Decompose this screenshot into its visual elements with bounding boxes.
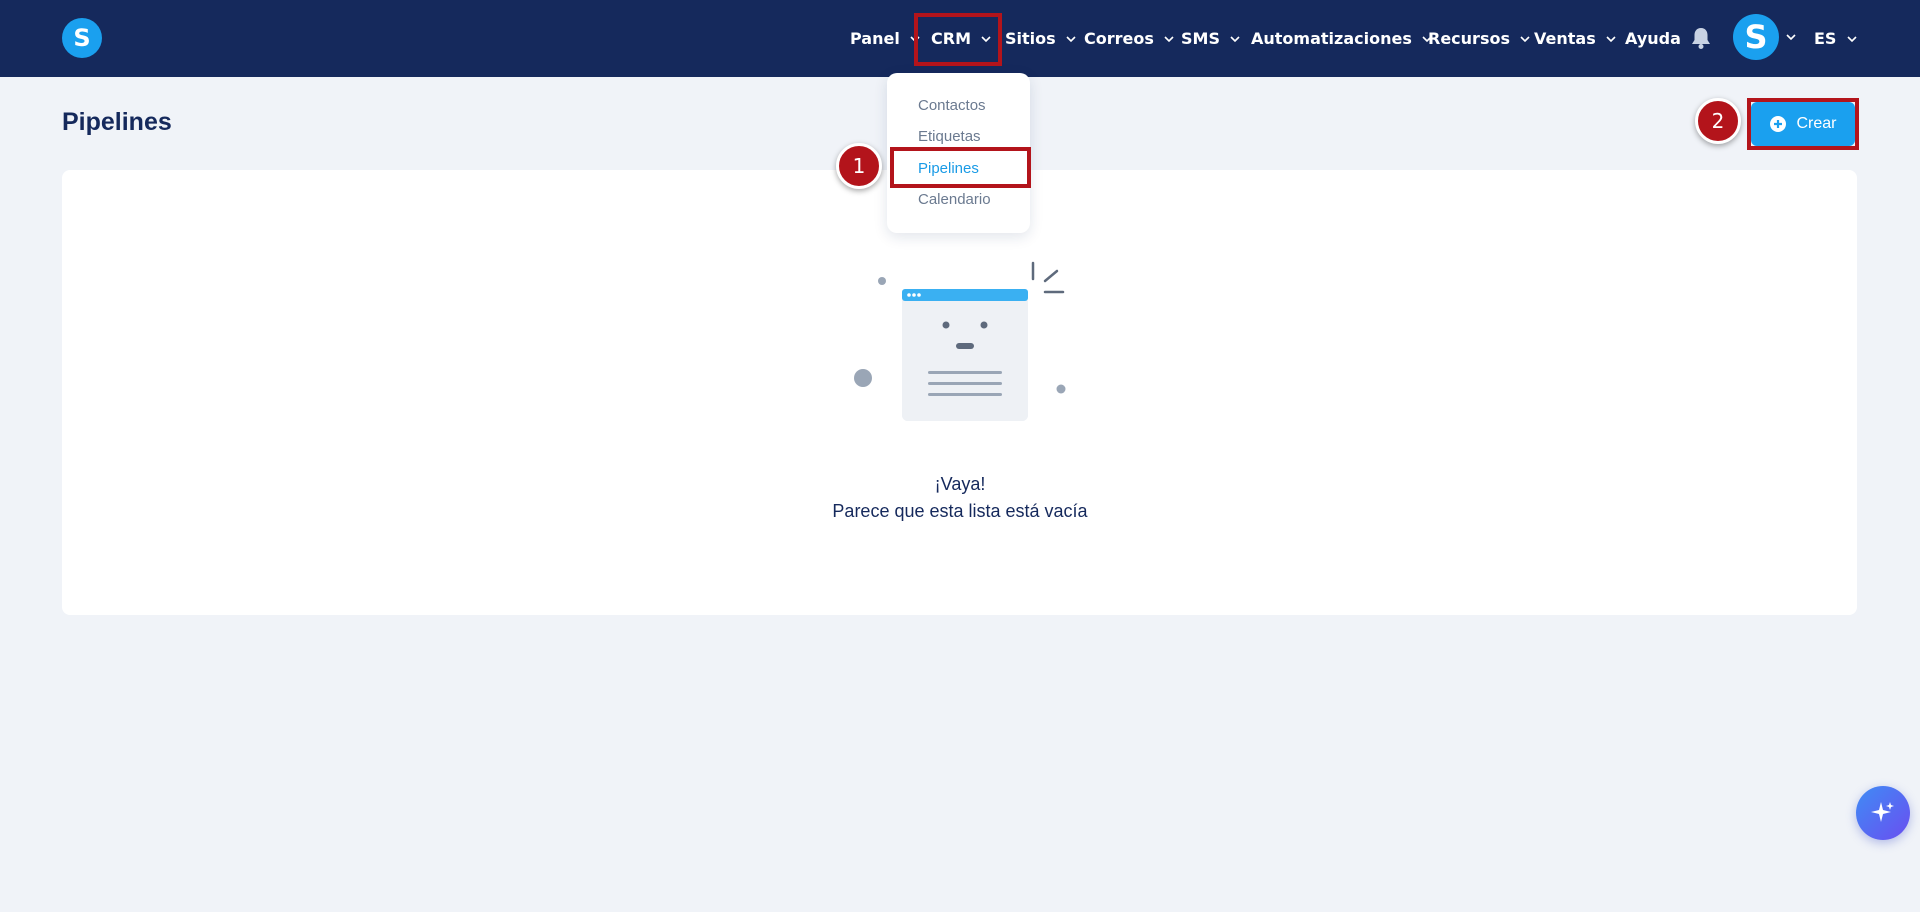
- sparkle-icon: [1871, 802, 1894, 822]
- chevron-down-icon: [1164, 35, 1174, 42]
- nav-ayuda[interactable]: Ayuda: [1625, 0, 1681, 77]
- nav-automatizaciones-label: Automatizaciones: [1251, 29, 1412, 48]
- highlight-pipelines: [890, 147, 1031, 188]
- nav-sms-label: SMS: [1181, 29, 1220, 48]
- menu-item-etiquetas[interactable]: Etiquetas: [918, 128, 981, 145]
- chevron-down-icon[interactable]: [1785, 31, 1797, 43]
- empty-list-illustration: [854, 261, 1066, 421]
- nav-sitios[interactable]: Sitios: [1005, 0, 1077, 77]
- chevron-down-icon: [1230, 35, 1240, 42]
- app-logo[interactable]: S: [62, 18, 102, 58]
- chevron-down-icon: [1847, 35, 1858, 42]
- highlight-crm: [914, 13, 1002, 66]
- step-badge-1: 1: [836, 143, 882, 189]
- ai-assistant-button[interactable]: [1856, 786, 1910, 840]
- nav-panel-label: Panel: [850, 29, 900, 48]
- user-avatar[interactable]: S: [1733, 14, 1779, 60]
- empty-state-title: ¡Vaya!: [934, 474, 986, 494]
- language-label: ES: [1814, 29, 1837, 48]
- menu-item-calendario[interactable]: Calendario: [918, 191, 991, 208]
- chevron-down-icon: [1606, 35, 1616, 42]
- chevron-down-icon: [1066, 35, 1076, 42]
- nav-recursos-label: Recursos: [1428, 29, 1510, 48]
- nav-ventas[interactable]: Ventas: [1534, 0, 1617, 77]
- nav-correos-label: Correos: [1084, 29, 1154, 48]
- nav-ventas-label: Ventas: [1534, 29, 1596, 48]
- nav-panel[interactable]: Panel: [850, 0, 921, 77]
- nav-sms[interactable]: SMS: [1181, 0, 1241, 77]
- nav-automatizaciones[interactable]: Automatizaciones: [1251, 0, 1433, 77]
- nav-sitios-label: Sitios: [1005, 29, 1056, 48]
- nav-ayuda-label: Ayuda: [1625, 29, 1681, 48]
- menu-item-contactos[interactable]: Contactos: [918, 97, 986, 114]
- nav-correos[interactable]: Correos: [1084, 0, 1175, 77]
- language-selector[interactable]: ES: [1814, 0, 1858, 77]
- chevron-down-icon: [1520, 35, 1530, 42]
- highlight-create-button: [1747, 98, 1859, 150]
- nav-recursos[interactable]: Recursos: [1428, 0, 1531, 77]
- bell-icon[interactable]: [1690, 26, 1712, 50]
- step-badge-2: 2: [1695, 98, 1741, 144]
- empty-state-message: Parece que esta lista está vacía: [832, 501, 1088, 521]
- page-title: Pipelines: [62, 108, 172, 136]
